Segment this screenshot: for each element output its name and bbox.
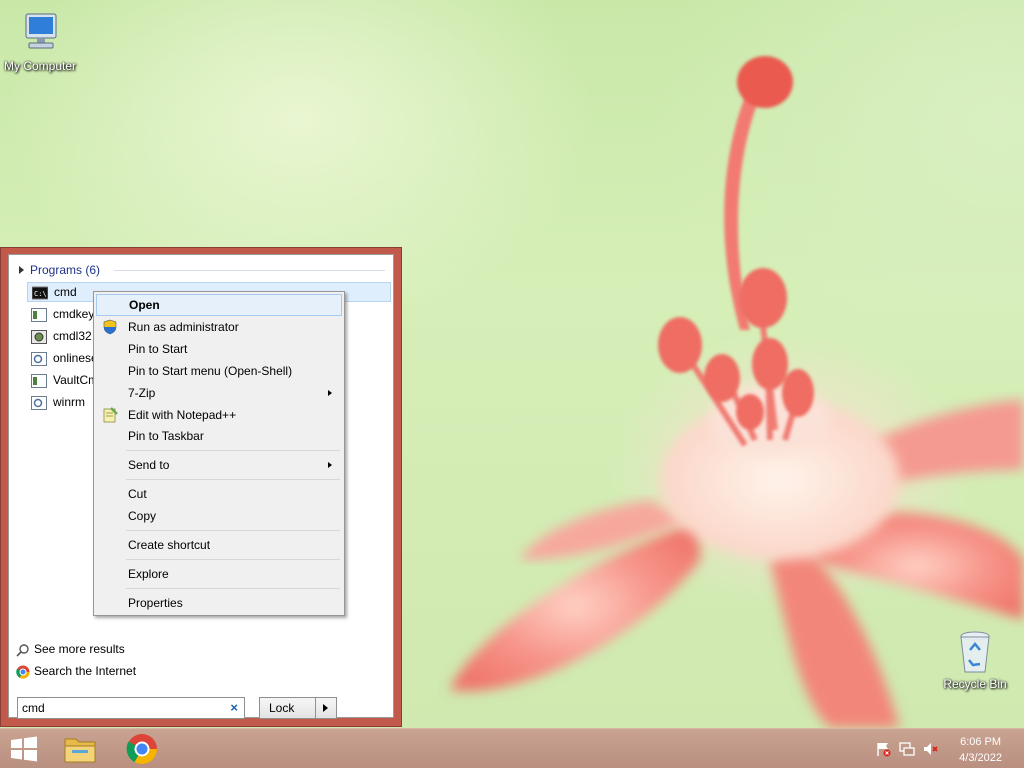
file-explorer-icon <box>64 738 96 763</box>
menu-item-explore[interactable]: Explore <box>96 563 342 585</box>
gear-window-icon <box>31 351 47 366</box>
menu-item-label: Run as administrator <box>128 320 239 334</box>
result-label: cmdl32 <box>53 329 92 343</box>
notepad-plus-plus-icon <box>103 407 118 423</box>
menu-item-7zip[interactable]: 7-Zip <box>96 382 342 404</box>
divider <box>114 270 385 271</box>
start-search-box[interactable]: × <box>17 697 245 719</box>
clock-date: 4/3/2022 <box>959 752 1002 764</box>
menu-item-label: Pin to Taskbar <box>128 429 204 443</box>
menu-item-label: Properties <box>128 596 183 610</box>
windows-start-icon <box>11 736 37 762</box>
cmdl32-icon <box>31 329 47 344</box>
menu-item-pin-to-start-menu-open-shell[interactable]: Pin to Start menu (Open-Shell) <box>96 360 342 382</box>
menu-item-label: Explore <box>128 567 169 581</box>
gear-window-icon <box>31 395 47 410</box>
desktop-icon-my-computer[interactable]: My Computer <box>0 10 80 73</box>
result-label: cmd <box>54 285 77 299</box>
menu-item-label: Open <box>129 298 160 312</box>
system-clock[interactable]: 6:06 PM 4/3/2022 <box>959 734 1002 766</box>
search-input[interactable] <box>22 699 222 717</box>
menu-item-label: Copy <box>128 509 157 523</box>
menu-item-edit-with-notepad-plus-plus[interactable]: Edit with Notepad++ <box>96 404 342 426</box>
taskbar: 6:06 PM 4/3/2022 <box>0 728 1024 768</box>
menu-item-pin-to-taskbar[interactable]: Pin to Taskbar <box>96 425 342 447</box>
submenu-arrow-icon <box>328 390 332 396</box>
menu-separator <box>126 479 340 480</box>
search-internet-link[interactable]: Search the Internet <box>16 662 136 680</box>
result-label: onlinese <box>53 351 98 365</box>
context-menu: Open Run as administrator Pin to Start P… <box>93 291 345 616</box>
menu-item-open[interactable]: Open <box>96 294 342 316</box>
menu-item-label: Edit with Notepad++ <box>128 408 237 422</box>
console-icon: C:\ <box>32 286 48 300</box>
lock-options-arrow-icon[interactable] <box>315 698 336 718</box>
menu-item-run-as-administrator[interactable]: Run as administrator <box>96 316 342 338</box>
menu-separator <box>126 530 340 531</box>
menu-item-properties[interactable]: Properties <box>96 592 342 614</box>
result-label: winrm <box>53 395 85 409</box>
expand-triangle-icon <box>19 266 24 274</box>
search-internet-label: Search the Internet <box>34 664 137 678</box>
menu-separator <box>126 450 340 451</box>
volume-muted-icon[interactable] <box>922 741 938 757</box>
desktop-icon-label: My Computer <box>3 59 77 73</box>
app-window-icon <box>31 307 47 322</box>
start-button[interactable] <box>2 729 46 769</box>
menu-item-label: Cut <box>128 487 147 501</box>
action-center-flag-icon[interactable] <box>875 741 891 757</box>
menu-item-send-to[interactable]: Send to <box>96 454 342 476</box>
clock-time: 6:06 PM <box>960 736 1002 748</box>
uac-shield-icon <box>103 319 117 335</box>
clear-search-icon[interactable]: × <box>230 700 238 715</box>
menu-item-cut[interactable]: Cut <box>96 483 342 505</box>
menu-item-label: Pin to Start <box>128 342 188 356</box>
app-window-icon <box>31 373 47 388</box>
lock-label: Lock <box>269 701 295 715</box>
lock-button[interactable]: Lock <box>259 697 337 719</box>
submenu-arrow-icon <box>328 462 332 468</box>
taskbar-file-explorer[interactable] <box>58 729 102 769</box>
taskbar-chrome[interactable] <box>120 729 164 769</box>
result-label: cmdkey <box>53 307 95 321</box>
menu-separator <box>126 588 340 589</box>
desktop-icon-label: Recycle Bin <box>943 677 1007 691</box>
computer-icon <box>25 13 57 49</box>
menu-separator <box>126 559 340 560</box>
see-more-results-link[interactable]: See more results <box>16 640 125 658</box>
programs-group-header[interactable]: Programs (6) <box>19 263 385 279</box>
menu-item-label: 7-Zip <box>128 386 156 400</box>
result-label: VaultCm <box>53 373 99 387</box>
desktop-icon-recycle-bin[interactable]: Recycle Bin <box>935 630 1015 691</box>
recycle-bin-icon <box>960 631 990 673</box>
menu-item-label: Pin to Start menu (Open-Shell) <box>128 364 293 378</box>
menu-item-label: Create shortcut <box>128 538 211 552</box>
menu-item-create-shortcut[interactable]: Create shortcut <box>96 534 342 556</box>
menu-item-label: Send to <box>128 458 170 472</box>
menu-item-pin-to-start[interactable]: Pin to Start <box>96 338 342 360</box>
chrome-icon <box>126 734 157 765</box>
menu-item-copy[interactable]: Copy <box>96 505 342 527</box>
network-icon[interactable] <box>899 741 915 757</box>
chrome-icon <box>16 665 30 679</box>
see-more-label: See more results <box>34 642 125 656</box>
magnifier-icon <box>16 644 29 657</box>
svg-text:C:\: C:\ <box>34 290 47 298</box>
programs-header-label: Programs (6) <box>30 263 101 277</box>
